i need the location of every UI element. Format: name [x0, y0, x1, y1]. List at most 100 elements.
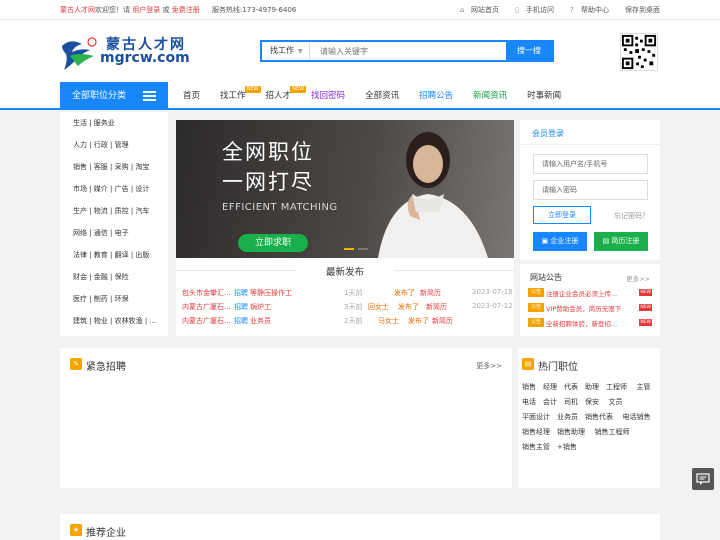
apply-now-button[interactable]: 立即求职: [238, 234, 308, 252]
hero-banner[interactable]: 全网职位 一网打尽 EFFICIENT MATCHING 立即求职: [176, 120, 514, 258]
list-item[interactable]: 公告 注册企业会员必须上传... NEW: [528, 288, 652, 298]
password-input[interactable]: 请输入密码: [533, 180, 648, 200]
hot-jobs-title: ▤ 热门职位: [522, 358, 578, 373]
job-tag[interactable]: 平面设计: [522, 413, 550, 421]
hotline: 服务热线:173-4979-6406: [211, 6, 297, 14]
hot-jobs: ▤ 热门职位 销售 经理 代表 助理 工程师 主管电话 会计 司机 保安 文员平面设计 业务员 销售…: [518, 348, 660, 488]
job-tag[interactable]: 销售主管: [522, 443, 550, 451]
message-icon: [696, 473, 710, 485]
category-item[interactable]: 生产 | 物流 | 质控 | 汽车: [60, 200, 168, 222]
mobile-icon: ▯: [515, 6, 519, 14]
category-item[interactable]: 建筑 | 物业 | 农林牧渔 | ...: [60, 310, 168, 332]
chevron-down-icon: ▼: [298, 48, 303, 55]
job-tag[interactable]: 经理: [543, 383, 557, 391]
category-item[interactable]: 财会 | 金融 | 保险: [60, 266, 168, 288]
forgot-password-link[interactable]: 忘记密码？: [614, 211, 649, 221]
free-register-link[interactable]: 免费注册: [172, 6, 200, 14]
job-tag[interactable]: 销售工程师: [595, 428, 630, 436]
category-item[interactable]: 生活 | 服务业: [60, 112, 168, 134]
category-item[interactable]: 网络 | 通信 | 电子: [60, 222, 168, 244]
company-register-button[interactable]: ▣ 企业注册: [533, 232, 587, 251]
list-item[interactable]: 公告 VIP赞助会员，简历无限下 NEW: [528, 303, 652, 313]
logo-domain: mgrcw.com: [100, 50, 190, 66]
user-login-link[interactable]: 用户登录: [132, 6, 160, 14]
recommended-companies: ★ 推荐企业: [60, 514, 660, 540]
chat-bubble-icon: ✎: [70, 358, 82, 370]
nav-recover-password[interactable]: 找回密码: [308, 82, 348, 110]
job-tag[interactable]: 业务员: [557, 413, 578, 421]
header: 蒙古人才网 mgrcw.com 找工作▼ 搜一搜: [0, 20, 720, 82]
category-item[interactable]: 人力 | 行政 | 管理: [60, 134, 168, 156]
eagle-logo-icon: [62, 37, 97, 70]
list-item[interactable]: 内蒙古广厦石... 招聘 业务员 2天前 马女士 发布了 新简历: [182, 316, 512, 328]
search-input[interactable]: [312, 42, 508, 60]
job-tag[interactable]: +销售: [557, 443, 577, 451]
new-badge: NEW: [639, 304, 652, 311]
hot-jobs-list: 销售 经理 代表 助理 工程师 主管电话 会计 司机 保安 文员平面设计 业务员 销售代表 电话销…: [522, 382, 658, 457]
top-links: ⌂ 网站首页 ▯ 手机访问 ? 帮助中心 保存到桌面: [444, 5, 660, 15]
job-tag[interactable]: 会计: [543, 398, 557, 406]
job-tag[interactable]: 文员: [609, 398, 623, 406]
help-icon: ?: [570, 6, 574, 14]
all-categories-button[interactable]: 全部职位分类: [60, 82, 168, 110]
nav-find-job[interactable]: 找工作 NEW: [217, 82, 261, 110]
latest-title: 最新发布: [176, 264, 514, 278]
notice-icon: 公告: [528, 303, 544, 312]
resume-register-button[interactable]: ▤ 简历注册: [594, 232, 648, 251]
new-badge: NEW: [639, 289, 652, 296]
category-item[interactable]: 市场 | 媒介 | 广告 | 设计: [60, 178, 168, 200]
job-tag[interactable]: 工程师: [606, 383, 627, 391]
job-tag[interactable]: 电话销售: [623, 413, 651, 421]
nav-find-talent[interactable]: 招人才 NEW: [263, 82, 307, 110]
job-tag[interactable]: 销售代表: [585, 413, 613, 421]
list-item[interactable]: 包头市金攀汇... 招聘 等静压操作工 1天前 2023-07-18: [182, 288, 513, 300]
carousel-dots[interactable]: [344, 248, 372, 250]
home-link[interactable]: ⌂ 网站首页: [460, 5, 499, 15]
nav-news[interactable]: 新闻资讯: [470, 82, 510, 110]
chat-icon[interactable]: [692, 468, 714, 490]
welcome-text: 蒙古人才网欢迎您！请 用户登录 或 免费注册 服务热线:173-4979-640…: [60, 5, 296, 15]
urgent-more-link[interactable]: 更多>>: [476, 361, 502, 371]
job-tag[interactable]: 销售经理: [522, 428, 550, 436]
job-tag[interactable]: 助理: [585, 383, 599, 391]
or-label: 或: [162, 6, 170, 14]
new-badge: NEW: [290, 86, 307, 93]
job-tag[interactable]: 保安: [585, 398, 599, 406]
job-tag[interactable]: 销售: [522, 383, 536, 391]
urgent-recruitment: ✎ 紧急招聘 更多>>: [60, 348, 512, 488]
search-type-select[interactable]: 找工作 ▼: [262, 42, 310, 60]
job-tag[interactable]: 司机: [564, 398, 578, 406]
username-input[interactable]: 请输入用户名/手机号: [533, 154, 648, 174]
category-item[interactable]: 法律 | 教育 | 翻译 | 出版: [60, 244, 168, 266]
job-tag[interactable]: 销售助理: [557, 428, 585, 436]
member-login-panel: 会员登录 请输入用户名/手机号 请输入密码 立即登录 忘记密码？ ▣ 企业注册 …: [520, 120, 660, 260]
nav-current-affairs[interactable]: 时事新闻: [524, 82, 564, 110]
site-logo[interactable]: 蒙古人才网 mgrcw.com: [60, 34, 190, 74]
list-item[interactable]: 公告 全新招聘体验，新登招... NEW: [528, 318, 652, 328]
site-name-link[interactable]: 蒙古人才网: [60, 6, 95, 14]
job-tag[interactable]: 电话: [522, 398, 536, 406]
search-button[interactable]: 搜一搜: [506, 42, 552, 60]
latest-posts: 最新发布 包头市金攀汇... 招聘 等静压操作工 1天前 2023-07-18 …: [176, 258, 514, 336]
list-item[interactable]: 发布了 新简历: [394, 288, 454, 300]
main-nav: 全部职位分类 首页 找工作 NEW 招人才 NEW 找回密码 全部资讯 招聘公告 新…: [0, 82, 720, 110]
category-item[interactable]: 医疗 | 制药 | 环保: [60, 288, 168, 310]
login-button[interactable]: 立即登录: [533, 206, 591, 224]
category-item[interactable]: 销售 | 客服 | 采购 | 淘宝: [60, 156, 168, 178]
notice-more-link[interactable]: 更多>>: [626, 273, 650, 283]
list-item[interactable]: 内蒙古广厦石... 招聘 锅炉工 3天前 回女士 发布了 新简历 2023-07…: [182, 302, 513, 314]
job-tag[interactable]: 主管: [637, 383, 651, 391]
home-icon: ⌂: [460, 6, 465, 14]
new-badge: NEW: [639, 319, 652, 326]
login-title: 会员登录: [532, 129, 564, 138]
mobile-link[interactable]: ▯ 手机访问: [515, 5, 554, 15]
nav-all-news[interactable]: 全部资讯: [362, 82, 402, 110]
job-tag[interactable]: 代表: [564, 383, 578, 391]
save-desktop-link[interactable]: 保存到桌面: [625, 5, 660, 15]
recommended-title: ★ 推荐企业: [70, 524, 126, 539]
urgent-title: ✎ 紧急招聘: [70, 358, 126, 373]
nav-home[interactable]: 首页: [180, 82, 203, 110]
nav-recruit-notice[interactable]: 招聘公告: [416, 82, 456, 110]
banner-headline-1: 全网职位: [222, 140, 314, 164]
help-link[interactable]: ? 帮助中心: [570, 5, 609, 15]
